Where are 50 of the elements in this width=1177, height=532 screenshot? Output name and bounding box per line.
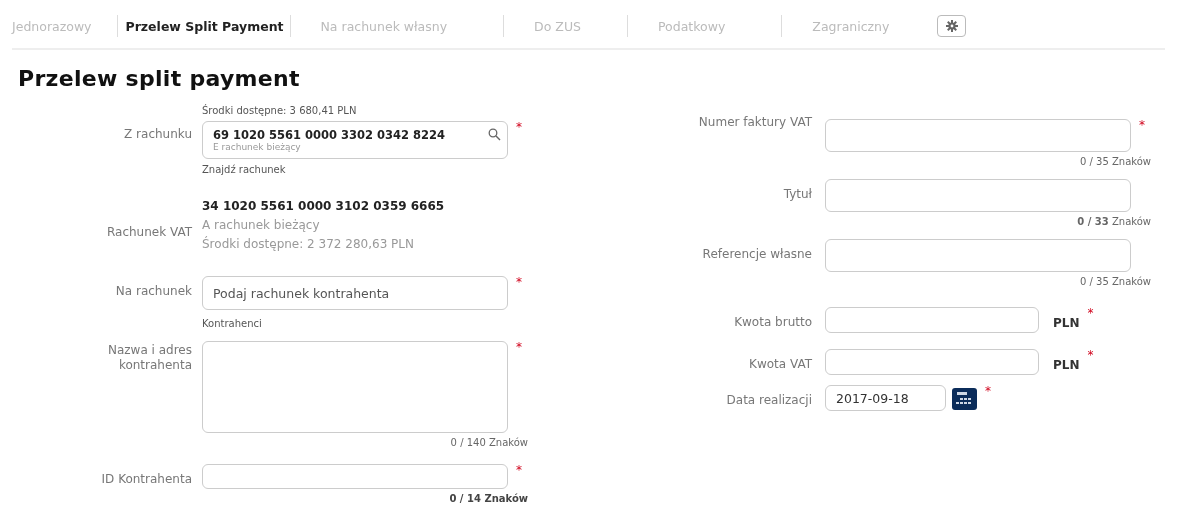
page-title: Przelew split payment — [18, 66, 301, 91]
field-label: Tytuł — [782, 187, 812, 203]
input-field[interactable] — [825, 349, 1039, 375]
input-field[interactable] — [825, 307, 1039, 333]
settings-button[interactable] — [937, 15, 967, 37]
account-type: E rachunek bieżący — [213, 142, 302, 152]
account-info-text: A rachunek bieżący — [202, 217, 321, 234]
field-label: Na rachunek — [114, 284, 192, 300]
field-label: Kwota VAT — [748, 357, 812, 373]
required-mark: * — [1087, 307, 1094, 319]
input-field[interactable] — [825, 119, 1131, 152]
contractors-link[interactable]: Kontrahenci — [202, 318, 528, 329]
input-field[interactable] — [202, 464, 508, 489]
field-label: Z rachunku — [123, 127, 192, 143]
tab[interactable]: Przelew Split Payment — [125, 12, 284, 40]
text-area[interactable] — [202, 341, 508, 433]
field-label: ID Kontrahenta — [100, 472, 192, 488]
search-icon[interactable] — [488, 128, 501, 141]
required-mark: * — [516, 121, 522, 133]
input-field[interactable] — [825, 239, 1131, 272]
currency-label: PLN — [1053, 316, 1080, 330]
available-funds: Środki dostępne: 3 680,41 PLN — [202, 105, 358, 116]
field-label: Referencje własne — [701, 247, 812, 263]
character-counter: 0 / 140 Znaków — [450, 437, 528, 448]
field-label: Data realizacji — [725, 393, 812, 409]
input-field[interactable]: Podaj rachunek kontrahenta — [202, 276, 508, 310]
field-label: Nazwa i adres kontrahenta — [106, 343, 192, 374]
account-number: 69 1020 5561 0000 3302 0342 8224 — [213, 128, 446, 142]
account-info-text: Środki dostępne: 2 372 280,63 PLN — [202, 235, 415, 253]
required-mark: * — [516, 276, 522, 288]
required-mark: * — [516, 341, 522, 353]
character-counter: 0 / 33 Znaków — [1077, 216, 1151, 227]
find-account-link[interactable]: Znajdź rachunek — [202, 164, 528, 175]
required-mark: * — [516, 464, 522, 476]
required-mark: * — [985, 385, 991, 397]
required-mark: * — [1087, 349, 1094, 361]
field-label: Rachunek VAT — [105, 225, 192, 241]
input-field[interactable]: 2017-09-18 — [825, 385, 946, 411]
input-field[interactable] — [825, 179, 1131, 212]
character-counter: 0 / 35 Znaków — [1079, 276, 1151, 287]
field-label: Kwota brutto — [733, 315, 812, 331]
required-mark: * — [1139, 119, 1145, 131]
gear-icon — [945, 20, 958, 32]
calendar-icon[interactable] — [952, 388, 977, 410]
account-info-text: 34 1020 5561 0000 3102 0359 6665 — [202, 198, 446, 215]
character-counter: 0 / 14 Znaków — [449, 493, 528, 504]
account-select-field[interactable]: 69 1020 5561 0000 3302 0342 8224 E rachunek bieżący — [202, 121, 508, 159]
currency-label: PLN — [1053, 358, 1080, 372]
character-counter: 0 / 35 Znaków — [1079, 156, 1151, 167]
field-label: Numer faktury VAT — [697, 115, 812, 131]
